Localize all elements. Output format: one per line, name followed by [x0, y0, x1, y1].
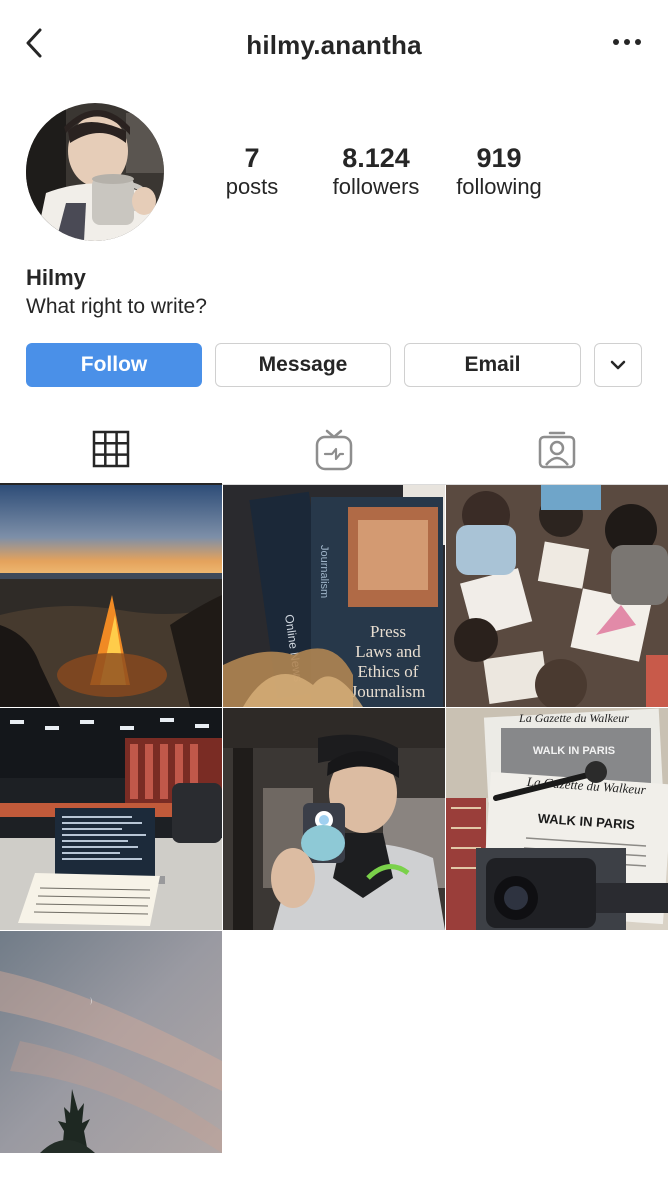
chevron-down-icon [610, 360, 626, 370]
post-thumbnail[interactable] [0, 708, 222, 930]
tab-tagged[interactable] [446, 415, 668, 485]
tab-posts-grid[interactable] [0, 415, 222, 485]
svg-text:Journalism: Journalism [318, 545, 330, 598]
profile-tabs [0, 415, 668, 485]
profile-header: hilmy.anantha [0, 0, 668, 88]
svg-text:Journalism: Journalism [351, 682, 426, 701]
more-horizontal-icon [613, 39, 641, 45]
post-thumbnail[interactable] [446, 485, 668, 707]
tab-igtv[interactable] [223, 415, 445, 485]
email-button[interactable]: Email [404, 343, 581, 387]
posts-count: 7 [244, 143, 260, 173]
stat-following[interactable]: 919 following [434, 143, 564, 201]
grid-icon [92, 430, 130, 468]
igtv-icon [315, 429, 353, 471]
followers-count: 8.124 [342, 143, 410, 173]
post-thumbnail[interactable]: La Gazette du Walkeur WALK IN PARIS La G… [446, 708, 668, 930]
post-thumbnail[interactable] [0, 931, 222, 1153]
following-label: following [456, 174, 542, 199]
post-thumbnail[interactable]: Press Laws and Ethics of Journalism Onli… [223, 485, 445, 707]
profile-stats: 7 posts 8.124 followers 919 following [200, 143, 580, 213]
posts-label: posts [225, 174, 279, 199]
following-count: 919 [476, 143, 522, 173]
follow-button[interactable]: Follow [26, 343, 202, 387]
svg-text:Ethics of: Ethics of [358, 662, 419, 681]
stat-followers[interactable]: 8.124 followers [311, 143, 441, 201]
post-thumbnail[interactable] [0, 485, 222, 707]
svg-text:La Gazette du Walkeur: La Gazette du Walkeur [518, 711, 629, 725]
message-button[interactable]: Message [215, 343, 391, 387]
profile-avatar[interactable] [26, 103, 164, 241]
svg-text:Laws and: Laws and [355, 642, 421, 661]
profile-bio: What right to write? [26, 295, 207, 318]
tagged-icon [538, 431, 576, 469]
svg-text:WALK IN PARIS: WALK IN PARIS [533, 745, 615, 757]
followers-label: followers [332, 174, 420, 199]
profile-display-name: Hilmy [26, 265, 86, 290]
post-thumbnail[interactable] [223, 708, 445, 930]
svg-text:Press: Press [370, 622, 406, 641]
profile-username: hilmy.anantha [246, 30, 422, 60]
suggested-accounts-button[interactable] [594, 343, 642, 387]
more-options-button[interactable] [612, 32, 642, 52]
stat-posts[interactable]: 7 posts [187, 143, 317, 201]
